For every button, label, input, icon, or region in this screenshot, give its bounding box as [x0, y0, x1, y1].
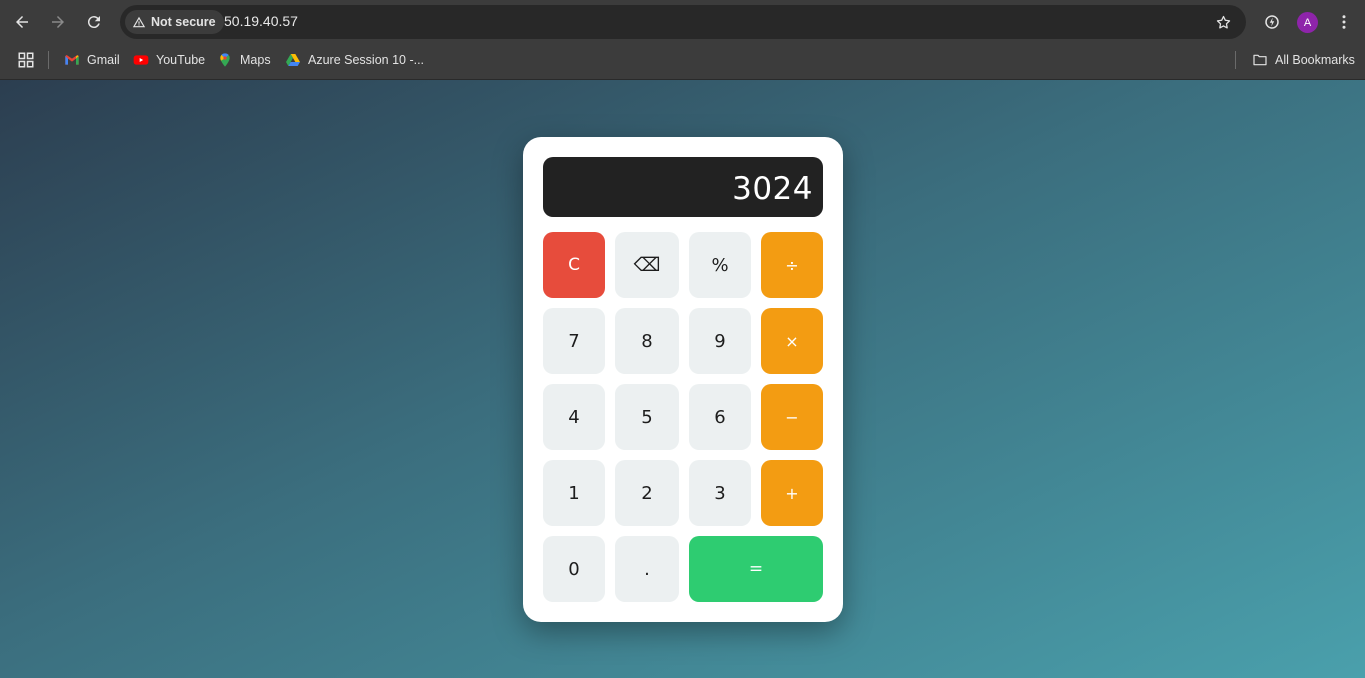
reload-button[interactable]	[80, 8, 108, 36]
performance-button[interactable]	[1260, 10, 1284, 34]
star-icon	[1216, 15, 1230, 29]
divide-button[interactable]: ÷	[761, 232, 823, 298]
equals-button[interactable]: =	[689, 536, 823, 602]
bookmark-azure-session[interactable]: Azure Session 10 -...	[285, 51, 424, 69]
bookmark-label: Maps	[240, 53, 271, 67]
arrow-right-icon	[52, 16, 64, 28]
warning-icon	[132, 16, 146, 28]
folder-icon	[1253, 54, 1267, 66]
maps-icon	[220, 53, 230, 67]
gmail-icon	[65, 55, 79, 65]
bookmark-label: YouTube	[156, 53, 206, 67]
multiply-button[interactable]: ×	[761, 308, 823, 374]
bookmarks-separator	[48, 51, 49, 69]
digit-8-button[interactable]: 8	[615, 308, 679, 374]
backspace-button[interactable]: ⌫	[615, 232, 679, 298]
digit-5-button[interactable]: 5	[615, 384, 679, 450]
calculator: 3024 C ⌫ % ÷ 7 8 9 × 4 5 6 − 1 2 3 + 0 .…	[523, 137, 843, 622]
reload-icon	[87, 16, 100, 29]
decimal-button[interactable]: .	[615, 536, 679, 602]
bookmarks-separator	[1235, 51, 1236, 69]
bookmark-label: Gmail	[87, 53, 120, 67]
bookmark-star-button[interactable]	[1212, 11, 1234, 33]
profile-avatar[interactable]: A	[1297, 12, 1318, 33]
digit-4-button[interactable]: 4	[543, 384, 605, 450]
bookmark-maps[interactable]: Maps	[217, 51, 271, 69]
digit-3-button[interactable]: 3	[689, 460, 751, 526]
clear-button[interactable]: C	[543, 232, 605, 298]
bookmark-gmail[interactable]: Gmail	[64, 51, 120, 69]
more-vert-icon	[1342, 15, 1346, 29]
back-button[interactable]	[8, 8, 36, 36]
drive-icon	[286, 54, 300, 66]
arrow-left-icon	[16, 16, 28, 28]
digit-1-button[interactable]: 1	[543, 460, 605, 526]
browser-toolbar: Not secure 50.19.40.57 A	[0, 0, 1365, 44]
digit-9-button[interactable]: 9	[689, 308, 751, 374]
all-bookmarks-label: All Bookmarks	[1275, 53, 1355, 67]
calculator-display: 3024	[543, 157, 823, 217]
percent-button[interactable]: %	[689, 232, 751, 298]
all-bookmarks-button[interactable]: All Bookmarks	[1252, 51, 1355, 69]
bookmarks-bar: Gmail YouTube Maps Azure Session 10 -...…	[0, 44, 1365, 80]
digit-7-button[interactable]: 7	[543, 308, 605, 374]
security-chip[interactable]: Not secure	[125, 10, 224, 34]
digit-6-button[interactable]: 6	[689, 384, 751, 450]
add-button[interactable]: +	[761, 460, 823, 526]
digit-0-button[interactable]: 0	[543, 536, 605, 602]
bookmark-label: Azure Session 10 -...	[308, 53, 425, 67]
bookmark-youtube[interactable]: YouTube	[133, 51, 205, 69]
url-text[interactable]: 50.19.40.57	[224, 13, 298, 29]
apps-grid-icon[interactable]	[17, 51, 35, 69]
digit-2-button[interactable]: 2	[615, 460, 679, 526]
subtract-button[interactable]: −	[761, 384, 823, 450]
security-label: Not secure	[151, 15, 216, 29]
menu-button[interactable]	[1332, 10, 1356, 34]
performance-icon	[1265, 15, 1279, 29]
page-background: 3024 C ⌫ % ÷ 7 8 9 × 4 5 6 − 1 2 3 + 0 .…	[0, 80, 1365, 678]
forward-button[interactable]	[44, 8, 72, 36]
youtube-icon	[133, 55, 149, 65]
address-bar[interactable]: Not secure 50.19.40.57	[120, 5, 1246, 39]
